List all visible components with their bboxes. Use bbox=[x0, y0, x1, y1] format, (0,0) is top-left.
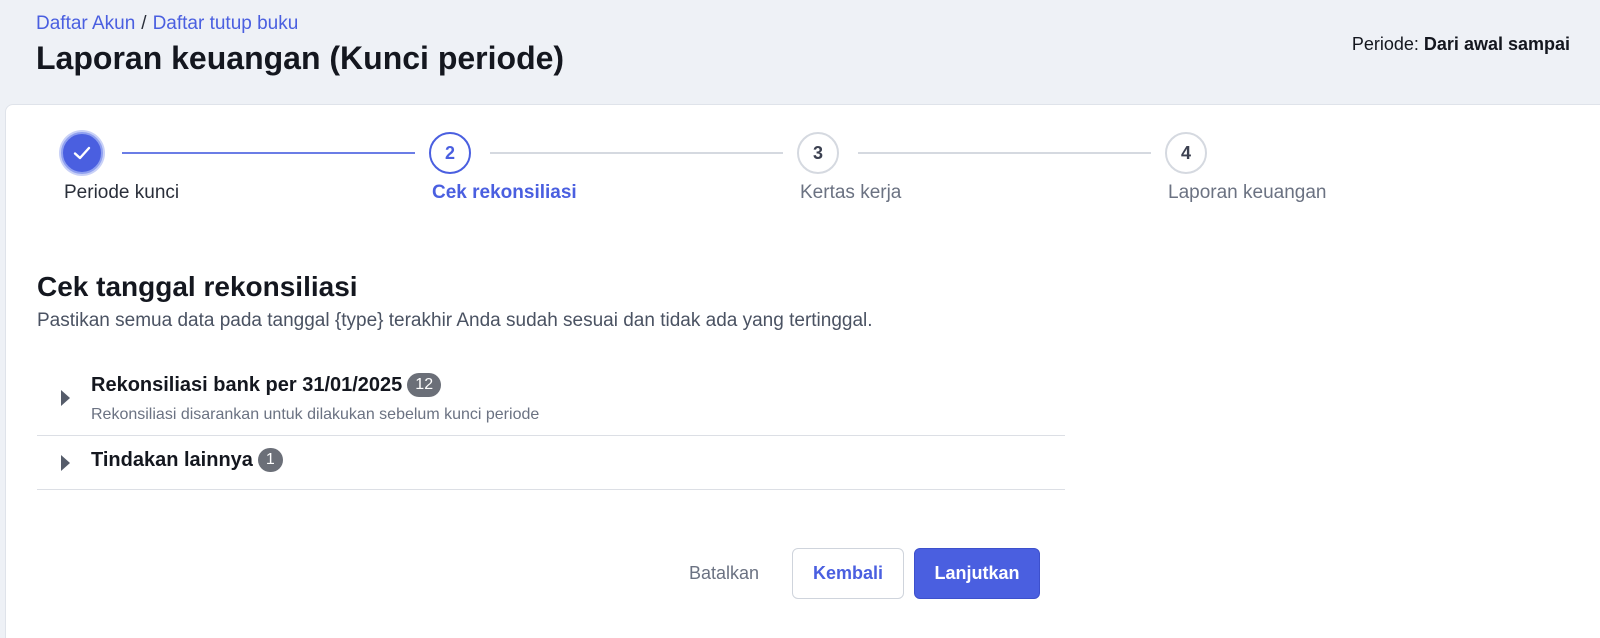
step-connector-1 bbox=[122, 152, 415, 154]
step-4-circle: 4 bbox=[1165, 132, 1207, 174]
step-2-label: Cek rekonsiliasi bbox=[432, 182, 577, 203]
caret-right-icon bbox=[61, 390, 70, 406]
periode-info: Periode: Dari awal sampai bbox=[1352, 34, 1570, 55]
accordion-tindakan-lainnya[interactable]: Tindakan lainnya 1 bbox=[37, 436, 1065, 490]
cancel-button[interactable]: Batalkan bbox=[674, 548, 774, 599]
step-1-label: Periode kunci bbox=[64, 182, 180, 203]
next-button[interactable]: Lanjutkan bbox=[914, 548, 1040, 599]
check-icon bbox=[73, 146, 91, 160]
page-header: Daftar Akun / Daftar tutup buku Laporan ke… bbox=[0, 0, 1600, 104]
step-3-label: Kertas kerja bbox=[800, 182, 902, 203]
step-connector-3 bbox=[858, 152, 1151, 154]
accordion-subtitle: Rekonsiliasi disarankan untuk dilakukan … bbox=[91, 406, 540, 423]
breadcrumb-separator: / bbox=[141, 13, 147, 34]
step-2-circle: 2 bbox=[429, 132, 471, 174]
step-1-circle bbox=[61, 132, 103, 174]
section-title: Cek tanggal rekonsiliasi bbox=[37, 271, 358, 302]
periode-value: Dari awal sampai bbox=[1423, 34, 1570, 54]
count-badge: 1 bbox=[257, 448, 283, 472]
periode-label: Periode: bbox=[1351, 34, 1419, 54]
breadcrumb-daftar-tutup-buku[interactable]: Daftar tutup buku bbox=[153, 13, 299, 34]
step-4-label: Laporan keuangan bbox=[1168, 182, 1327, 203]
content-card: Periode kunci 2 Cek rekonsiliasi 3 Kerta… bbox=[5, 104, 1600, 638]
step-3-circle: 3 bbox=[797, 132, 839, 174]
accordion-rekonsiliasi-bank[interactable]: Rekonsiliasi bank per 31/01/2025 12 Reko… bbox=[37, 361, 1065, 436]
caret-right-icon bbox=[61, 455, 70, 471]
step-connector-2 bbox=[490, 152, 783, 154]
page-title: Laporan keuangan (Kunci periode) bbox=[36, 40, 565, 76]
accordion-title-text: Tindakan lainnya bbox=[91, 448, 253, 471]
back-button[interactable]: Kembali bbox=[792, 548, 904, 599]
count-badge: 12 bbox=[407, 373, 442, 397]
accordion-title: Rekonsiliasi bank per 31/01/2025 12 bbox=[91, 373, 442, 397]
breadcrumb: Daftar Akun / Daftar tutup buku bbox=[36, 13, 298, 35]
accordion-title: Tindakan lainnya 1 bbox=[91, 448, 283, 472]
accordion-title-text: Rekonsiliasi bank per 31/01/2025 bbox=[91, 373, 403, 396]
breadcrumb-daftar-akun[interactable]: Daftar Akun bbox=[36, 13, 135, 34]
section-description: Pastikan semua data pada tanggal {type} … bbox=[37, 310, 873, 331]
